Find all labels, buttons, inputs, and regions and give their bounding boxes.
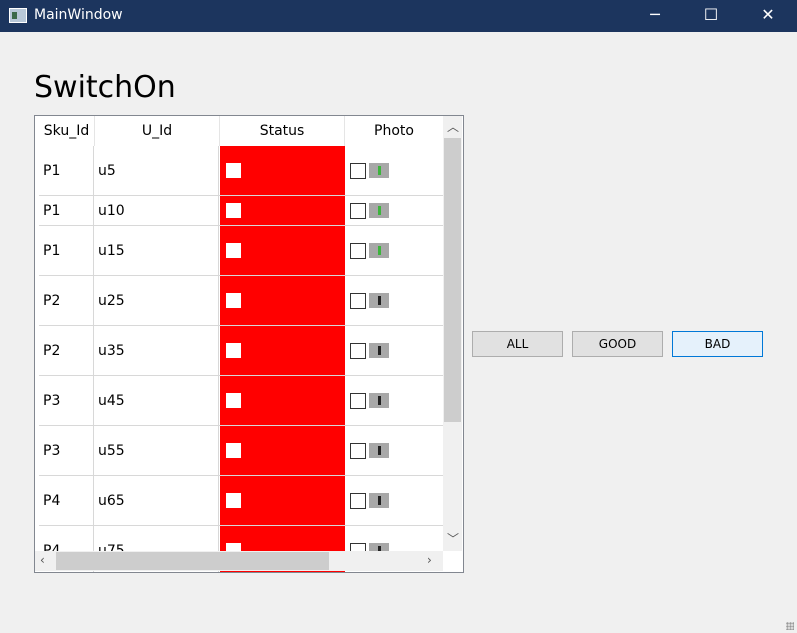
- status-cell[interactable]: [220, 226, 345, 275]
- photo-checkbox[interactable]: [350, 442, 366, 459]
- status-checkbox[interactable]: [226, 203, 241, 218]
- table-row[interactable]: P1 u10: [39, 196, 443, 226]
- sku-id-cell: P1: [39, 196, 94, 225]
- photo-cell: [345, 146, 443, 195]
- table-row[interactable]: P2 u35: [39, 326, 443, 376]
- vertical-scrollbar[interactable]: ︿ ﹀: [443, 116, 462, 551]
- page-title: SwitchOn: [34, 70, 176, 105]
- bottle-photo-icon: [369, 343, 389, 358]
- header-photo[interactable]: Photo: [345, 116, 443, 146]
- photo-checkbox[interactable]: [350, 242, 366, 259]
- bottle-photo-icon: [369, 243, 389, 258]
- status-checkbox[interactable]: [226, 293, 241, 308]
- u-id-cell: u65: [95, 476, 219, 525]
- scroll-up-icon[interactable]: ︿: [447, 118, 459, 135]
- close-button[interactable]: ✕: [745, 0, 791, 32]
- photo-cell: [345, 226, 443, 275]
- photo-cell: [345, 276, 443, 325]
- table-row[interactable]: P2 u25: [39, 276, 443, 326]
- minimize-button[interactable]: ─: [632, 0, 678, 32]
- header-u-id[interactable]: U_Id: [95, 116, 220, 146]
- photo-checkbox[interactable]: [350, 342, 366, 359]
- horizontal-scrollbar[interactable]: ‹ ›: [35, 551, 443, 571]
- status-checkbox[interactable]: [226, 243, 241, 258]
- u-id-cell: u35: [95, 326, 219, 375]
- scroll-right-icon[interactable]: ›: [427, 553, 432, 567]
- photo-cell: [345, 376, 443, 425]
- horizontal-scroll-thumb[interactable]: [56, 552, 329, 570]
- status-cell[interactable]: [220, 146, 345, 195]
- photo-cell: [345, 326, 443, 375]
- photo-checkbox[interactable]: [350, 292, 366, 309]
- data-table[interactable]: Sku_Id U_Id Status Photo P1 u5 P1 u10 P1…: [34, 115, 464, 573]
- vertical-scroll-thumb[interactable]: [444, 138, 461, 422]
- u-id-cell: u55: [95, 426, 219, 475]
- status-checkbox[interactable]: [226, 443, 241, 458]
- u-id-cell: u5: [95, 146, 219, 195]
- bad-button[interactable]: BAD: [672, 331, 763, 357]
- photo-checkbox[interactable]: [350, 202, 366, 219]
- table-row[interactable]: P3 u55: [39, 426, 443, 476]
- u-id-cell: u25: [95, 276, 219, 325]
- status-cell[interactable]: [220, 376, 345, 425]
- scroll-left-icon[interactable]: ‹: [40, 553, 45, 567]
- sku-id-cell: P1: [39, 146, 94, 195]
- status-checkbox[interactable]: [226, 163, 241, 178]
- bottle-photo-icon: [369, 163, 389, 178]
- table-row[interactable]: P4 u65: [39, 476, 443, 526]
- photo-checkbox[interactable]: [350, 392, 366, 409]
- window-title: MainWindow: [34, 7, 123, 23]
- good-button[interactable]: GOOD: [572, 331, 663, 357]
- table-row[interactable]: P1 u15: [39, 226, 443, 276]
- photo-checkbox[interactable]: [350, 492, 366, 509]
- status-cell[interactable]: [220, 476, 345, 525]
- header-status[interactable]: Status: [220, 116, 345, 146]
- sku-id-cell: P2: [39, 276, 94, 325]
- sku-id-cell: P3: [39, 376, 94, 425]
- bottle-photo-icon: [369, 293, 389, 308]
- sku-id-cell: P2: [39, 326, 94, 375]
- photo-cell: [345, 196, 443, 225]
- u-id-cell: u45: [95, 376, 219, 425]
- sku-id-cell: P4: [39, 476, 94, 525]
- u-id-cell: u15: [95, 226, 219, 275]
- bottle-photo-icon: [369, 393, 389, 408]
- app-icon: [9, 8, 27, 23]
- photo-cell: [345, 476, 443, 525]
- scroll-down-icon[interactable]: ﹀: [447, 530, 459, 547]
- table-row[interactable]: P3 u45: [39, 376, 443, 426]
- all-button[interactable]: ALL: [472, 331, 563, 357]
- bottle-photo-icon: [369, 203, 389, 218]
- table-row[interactable]: P1 u5: [39, 146, 443, 196]
- header-sku-id[interactable]: Sku_Id: [39, 116, 95, 146]
- sku-id-cell: P3: [39, 426, 94, 475]
- status-checkbox[interactable]: [226, 393, 241, 408]
- bottle-photo-icon: [369, 493, 389, 508]
- status-checkbox[interactable]: [226, 343, 241, 358]
- sku-id-cell: P1: [39, 226, 94, 275]
- status-cell[interactable]: [220, 326, 345, 375]
- photo-checkbox[interactable]: [350, 162, 366, 179]
- status-checkbox[interactable]: [226, 493, 241, 508]
- bottle-photo-icon: [369, 443, 389, 458]
- photo-cell: [345, 426, 443, 475]
- title-bar: MainWindow ─ ☐ ✕: [0, 0, 797, 32]
- status-cell[interactable]: [220, 196, 345, 225]
- status-cell[interactable]: [220, 426, 345, 475]
- maximize-button[interactable]: ☐: [688, 0, 734, 32]
- status-cell[interactable]: [220, 276, 345, 325]
- resize-grip[interactable]: [786, 622, 794, 630]
- u-id-cell: u10: [95, 196, 219, 225]
